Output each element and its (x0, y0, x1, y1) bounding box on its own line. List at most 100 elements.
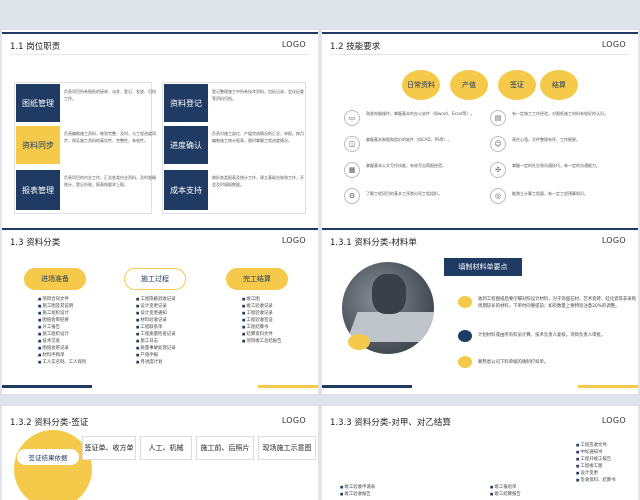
list-item: 结算资料文件 (242, 331, 282, 338)
category-list: 工程隐蔽验收记录 设计变更记录 设计变更通知 材料验收记录 工程联系单 工程质量… (136, 296, 176, 366)
duty-label: 进度确认 (164, 126, 208, 164)
list-item: 工程联系单 (136, 324, 176, 331)
list-item: 施工组织设计 (38, 310, 86, 317)
bottom-accent-right (578, 385, 638, 388)
visa-item: 现场施工示意图 (258, 436, 316, 460)
skill-text: 有一定施工工作经验，对图纸施工材料有较好的认识。 (512, 111, 608, 116)
logo: LOGO (601, 40, 626, 49)
category-title: 完工结算 (226, 268, 288, 290)
skill-pill: 日常资料 (402, 70, 440, 100)
person-icon: ☺ (490, 136, 506, 152)
calendar-icon: ▦ (344, 162, 360, 178)
duty-desc: 负责编制施工资料，做到完整、及时，与工程进度同步，保证施工资料的真实性、完整性、… (64, 131, 156, 143)
list-item: 施工组织设计 (38, 331, 86, 338)
list-item: 施工图及其说明 (38, 303, 86, 310)
visa-item: 人工、机械 (140, 436, 192, 460)
duty-desc: 负责项目所有图纸的接收、派发、登记、发放、归档工作。 (64, 89, 156, 101)
list-item: 图纸会审记录 (38, 345, 86, 352)
coin-icon: ◎ (490, 188, 506, 204)
settlement-list-c: 工程签收文件 中标通知书 工程开竣工报告 工程竣工图 设计变更 签收资料、结算书 (576, 442, 616, 484)
logo: LOGO (601, 236, 626, 245)
gear-icon: ⚙ (344, 188, 360, 204)
list-item: 工程竣工图 (576, 463, 616, 470)
logo: LOGO (281, 236, 306, 245)
list-item: 施工日志 (136, 338, 176, 345)
list-item: 产值申报 (136, 352, 176, 359)
top-divider (2, 228, 318, 230)
slide-title: 1.2 技能要求 (330, 42, 381, 52)
duty-desc: 负责项目的内业工作，汇总各类内业资料，及时准确统计，登记台账，报表按要求上报。 (64, 175, 156, 187)
skill-text: 掌握基本制图和造价的软件（如CAD、PS等）。 (366, 137, 452, 142)
bottom-accent-left (322, 385, 412, 388)
slide-title: 1.3.1 资料分类-材料单 (330, 238, 417, 248)
skill-pill: 结算 (540, 70, 578, 100)
list-item: 设计变更 (576, 470, 616, 477)
duty-desc: 做好各类报表及统计工作，建立基础台账和工作，开会及时填报数据。 (212, 175, 304, 187)
slide-job-duties[interactable]: 1.1 岗位职责 LOGO 图纸管理 负责项目所有图纸的接收、派发、登记、发放、… (2, 30, 318, 236)
list-item: 图纸会审纪要 (38, 317, 86, 324)
visa-item: 签证单、收方单 (82, 436, 136, 460)
list-item: 中标通知书 (576, 449, 616, 456)
skill-text: 熟悉电脑操作，掌握基本的办公软件（如word、Excel等）。 (366, 111, 475, 116)
list-item: 材料申购单 (38, 352, 86, 359)
list-item: 竣工验收申请表 (340, 484, 375, 491)
duty-label: 成本支持 (164, 170, 208, 210)
list-item: 工程验收签证 (242, 317, 282, 324)
category-list: 项目合同文件 施工图及其说明 施工组织设计 图纸会审纪要 开工报告 施工组织设计… (38, 296, 86, 366)
bullet-dot (458, 330, 472, 342)
top-divider (322, 32, 638, 34)
list-item: 签收资料、结算书 (576, 477, 615, 484)
top-divider (322, 228, 638, 230)
category-title: 施工过程 (124, 268, 186, 290)
list-item: 工程结算书 (242, 324, 282, 331)
slide-data-classification[interactable]: 1.3 资料分类 LOGO 进场准备 项目合同文件 施工图及其说明 施工组织设计… (2, 226, 318, 394)
point-text: 计划材料或由所有料员计算，技术负责人复核，项目负责人审批。 (478, 333, 606, 338)
skill-text: 掌握一定的社交和沟通技巧，有一定的沟通能力。 (512, 163, 600, 168)
list-item: 项目竣工总结报告 (242, 338, 281, 345)
list-item: 质量事故处理记录 (136, 345, 175, 352)
settlement-list-b: 竣工报验单 竣工结算报告 (490, 484, 520, 498)
duty-desc: 负责对施工部位、产值完成情况的汇总、申报，按月编制施工统计报表，随时掌握工程进度… (212, 131, 304, 143)
list-item: 工程验收记录 (242, 310, 282, 317)
list-item: 设计变更记录 (136, 303, 176, 310)
skill-text: 了解工程项目的基本工序和分项工程组织。 (366, 191, 442, 196)
cad-icon: ◫ (344, 136, 360, 152)
slide-title: 1.3.3 资料分类-对甲、对乙结算 (330, 418, 451, 428)
list-item: 工程签收文件 (576, 442, 616, 449)
monitor-icon: ▭ (344, 110, 360, 126)
category-list: 竣工图 竣工验收记录 工程验收记录 工程验收签证 工程结算书 结算资料文件 项目… (242, 296, 282, 345)
logo: LOGO (601, 416, 626, 425)
duty-label: 图纸管理 (16, 84, 60, 122)
slide-visa[interactable]: 1.3.2 资料分类-签证 LOGO 签证结果依据 签证单、收方单 人工、机械 … (2, 406, 318, 500)
skill-text: 能独立计算工程量，有一定工程预算知识。 (512, 191, 588, 196)
skill-pill: 签证 (498, 70, 536, 100)
slide-title: 1.1 岗位职责 (10, 42, 61, 52)
top-divider (2, 32, 318, 34)
slide-material-list[interactable]: 1.3.1 资料分类-材料单 LOGO 填制材料单要点 收到工程图纸后要仔细对照… (322, 226, 638, 394)
clipboard-icon: ▤ (490, 110, 506, 126)
duty-label: 资料同步 (16, 126, 60, 164)
logo: LOGO (281, 40, 306, 49)
list-item: 开工报告 (38, 324, 86, 331)
title-underline (330, 54, 630, 55)
skill-text: 责任心强，文件整理有序，工作细致。 (512, 137, 580, 142)
duty-desc: 登记整理施工中所有技术资料，包括记录、会议纪要等资料归档。 (212, 89, 304, 101)
list-item: 工程开竣工报告 (576, 456, 616, 463)
logo: LOGO (281, 416, 306, 425)
title-underline (10, 54, 310, 55)
slide-title: 1.3 资料分类 (10, 238, 61, 248)
slide-skill-requirements[interactable]: 1.2 技能要求 LOGO 日常资料 产值 签证 结算 ▭ 熟悉电脑操作，掌握基… (322, 30, 638, 236)
bullet-dot (458, 296, 472, 308)
skill-pill: 产值 (450, 70, 488, 100)
point-text: 收到工程图纸后要仔细对照设计材料，对于饰面石材、艺术瓷砖、硅化瓷等非采购周期较长… (478, 297, 637, 309)
list-item: 竣工验收报告 (340, 491, 375, 498)
list-item: 竣工结算报告 (490, 491, 520, 498)
list-item: 项目合同文件 (38, 296, 86, 303)
list-item: 竣工图 (242, 296, 282, 303)
visa-item: 施工前、后照片 (196, 436, 254, 460)
list-item: 工程隐蔽验收记录 (136, 296, 175, 303)
bottom-accent-right (258, 385, 318, 388)
bottom-accent-left (2, 385, 92, 388)
slide-settlement[interactable]: 1.3.3 资料分类-对甲、对乙结算 LOGO 竣工验收申请表 竣工验收报告 竣… (322, 406, 638, 500)
category-title: 进场准备 (24, 268, 86, 290)
